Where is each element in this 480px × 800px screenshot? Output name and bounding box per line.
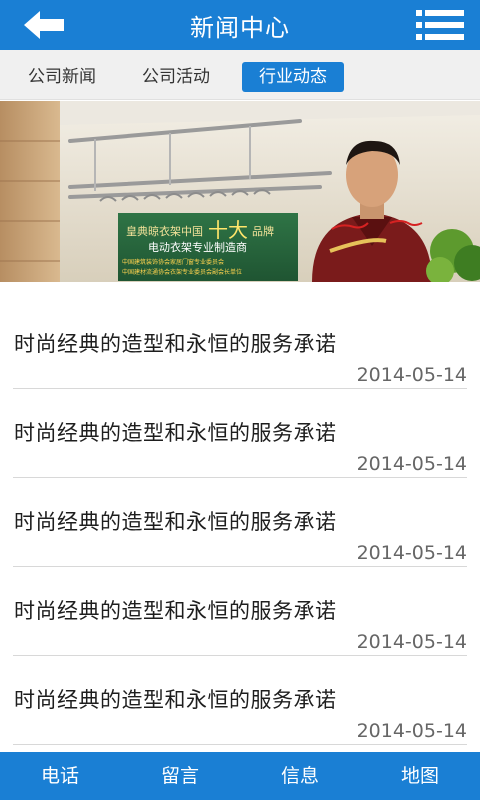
nav-message[interactable]: 留言	[120, 752, 240, 800]
banner-line-4: 中国建材流通协会衣架专业委员会副会长单位	[122, 268, 242, 276]
news-item[interactable]: 时尚经典的造型和永恒的服务承诺 2014-05-14	[13, 656, 467, 745]
category-tabs: 公司新闻 公司活动 行业动态	[0, 50, 480, 100]
news-date: 2014-05-14	[356, 542, 467, 564]
menu-button[interactable]	[414, 8, 466, 42]
news-date: 2014-05-14	[356, 720, 467, 742]
news-item[interactable]: 时尚经典的造型和永恒的服务承诺 2014-05-14	[13, 478, 467, 567]
nav-phone[interactable]: 电话	[0, 752, 120, 800]
news-title: 时尚经典的造型和永恒的服务承诺	[14, 332, 337, 356]
news-title: 时尚经典的造型和永恒的服务承诺	[14, 688, 337, 712]
news-title: 时尚经典的造型和永恒的服务承诺	[14, 599, 337, 623]
promo-banner[interactable]: 皇典晾衣架中国 十大 品牌 电动衣架专业制造商 中国建筑装饰协会家居门窗专业委员…	[0, 101, 480, 282]
news-item[interactable]: 时尚经典的造型和永恒的服务承诺 2014-05-14	[13, 567, 467, 656]
nav-info[interactable]: 信息	[240, 752, 360, 800]
bottom-nav: 电话 留言 信息 地图	[0, 752, 480, 800]
banner-headline-suffix: 品牌	[252, 224, 274, 238]
banner-headline-big: 十大	[208, 218, 248, 242]
banner-headline-prefix: 皇典晾衣架中国	[126, 224, 203, 238]
nav-map[interactable]: 地图	[360, 752, 480, 800]
banner-subline: 电动衣架专业制造商	[148, 240, 247, 254]
news-title: 时尚经典的造型和永恒的服务承诺	[14, 510, 337, 534]
page-title: 新闻中心	[190, 13, 290, 42]
news-date: 2014-05-14	[356, 453, 467, 475]
tab-company-news[interactable]: 公司新闻	[14, 62, 110, 92]
news-list: 时尚经典的造型和永恒的服务承诺 2014-05-14 时尚经典的造型和永恒的服务…	[0, 300, 480, 745]
header-bar: 新闻中心	[0, 0, 480, 50]
news-item[interactable]: 时尚经典的造型和永恒的服务承诺 2014-05-14	[13, 389, 467, 478]
menu-list-icon	[416, 10, 464, 40]
news-date: 2014-05-14	[356, 364, 467, 386]
svg-text:皇典晾衣架中国: 皇典晾衣架中国	[126, 224, 203, 238]
arrow-left-icon	[24, 11, 64, 39]
tab-company-events[interactable]: 公司活动	[128, 62, 224, 92]
news-date: 2014-05-14	[356, 631, 467, 653]
news-title: 时尚经典的造型和永恒的服务承诺	[14, 421, 337, 445]
tab-industry-news[interactable]: 行业动态	[242, 62, 344, 92]
banner-line-3: 中国建筑装饰协会家居门窗专业委员会	[122, 258, 224, 266]
back-button[interactable]	[18, 8, 70, 42]
news-item[interactable]: 时尚经典的造型和永恒的服务承诺 2014-05-14	[13, 300, 467, 389]
